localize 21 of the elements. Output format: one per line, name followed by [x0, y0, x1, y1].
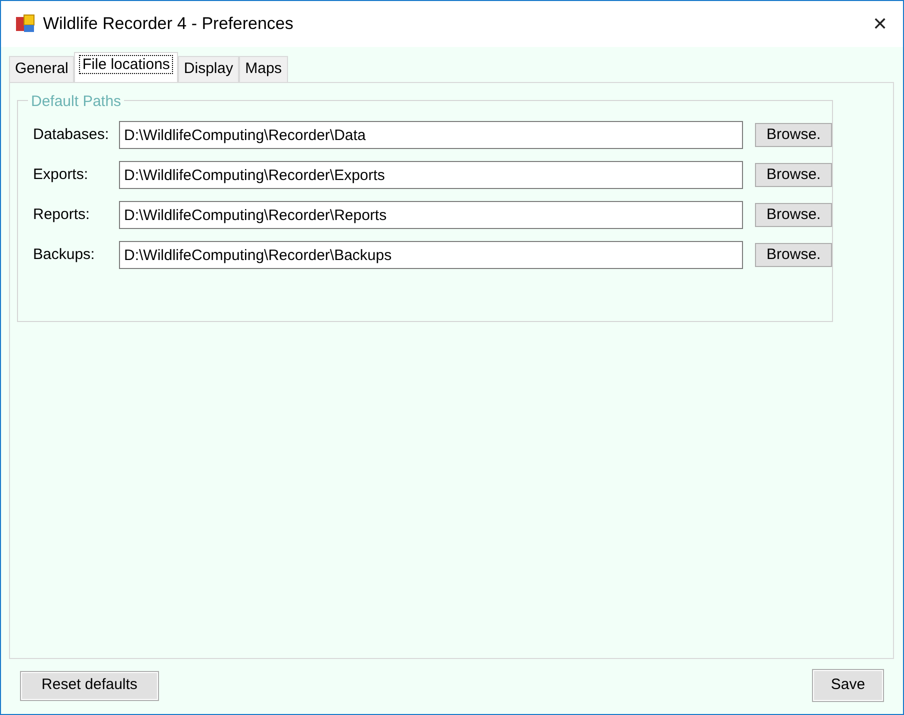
- field-label: Exports:: [33, 164, 90, 185]
- field-label: Reports:: [33, 204, 91, 225]
- close-button[interactable]: ✕: [857, 1, 903, 47]
- path-field[interactable]: D:\WildlifeComputing\Recorder\Data: [119, 121, 744, 149]
- field-label: Databases:: [33, 124, 110, 145]
- tab[interactable]: File locations: [74, 52, 178, 82]
- app-icon: [15, 14, 35, 34]
- tab[interactable]: General: [9, 56, 74, 82]
- save-button[interactable]: Save: [812, 669, 884, 702]
- field-label: Backups:: [33, 244, 96, 265]
- path-field[interactable]: D:\WildlifeComputing\Recorder\Exports: [119, 161, 744, 189]
- browse-button[interactable]: Browse.: [755, 243, 832, 267]
- window-title: Wildlife Recorder 4 - Preferences: [43, 13, 294, 36]
- tab[interactable]: Maps: [239, 56, 288, 82]
- path-field[interactable]: D:\WildlifeComputing\Recorder\Backups: [119, 241, 744, 269]
- browse-button[interactable]: Browse.: [755, 203, 832, 227]
- reset-defaults-button[interactable]: Reset defaults: [20, 670, 159, 700]
- browse-button[interactable]: Browse.: [755, 123, 832, 147]
- browse-button[interactable]: Browse.: [755, 163, 832, 187]
- tab[interactable]: Display: [178, 56, 240, 82]
- path-field[interactable]: D:\WildlifeComputing\Recorder\Reports: [119, 201, 744, 229]
